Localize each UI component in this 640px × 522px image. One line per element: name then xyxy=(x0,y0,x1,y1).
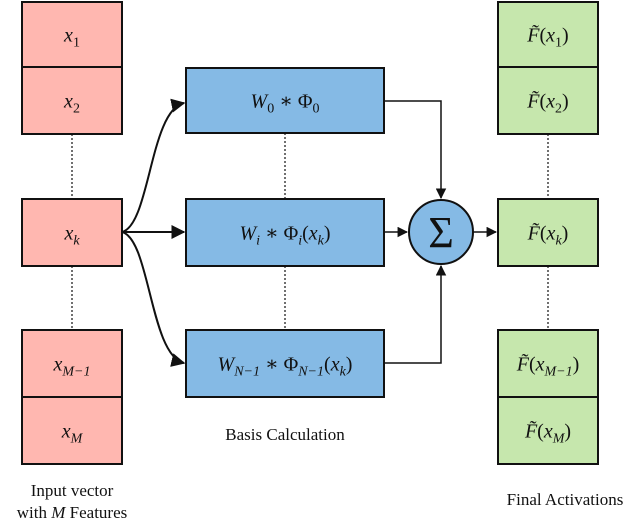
caption-with: with xyxy=(17,503,51,522)
output-cell: F̃(xk) xyxy=(497,198,599,267)
caption-var-m: M xyxy=(50,503,66,522)
input-cell-box xyxy=(21,329,123,398)
basis-cell: WN−1 ∗ ΦN−1(xk) xyxy=(185,329,385,398)
basis-caption: Basis Calculation xyxy=(225,425,345,444)
output-cell: F̃(xM) xyxy=(497,396,599,465)
arrow-xk-to-wn1 xyxy=(121,231,186,367)
input-cell-box xyxy=(21,396,123,465)
input-caption-line2: with M Features xyxy=(17,503,128,522)
caption-features: Features xyxy=(65,503,127,522)
arrow-xk-to-w0 xyxy=(121,98,186,233)
output-caption: Final Activations xyxy=(507,490,624,509)
input-cell: xM−1 xyxy=(21,329,123,398)
basis-cell: Wi ∗ Φi(xk) xyxy=(185,198,385,267)
input-cell: xk xyxy=(21,198,123,267)
input-caption-line1: Input vector xyxy=(31,481,114,500)
output-cell-box xyxy=(497,329,599,398)
output-cell-label: F̃(x1) xyxy=(526,23,568,50)
output-cell-label: F̃(x2) xyxy=(526,89,568,116)
basis-cell: W0 ∗ Φ0 xyxy=(185,67,385,134)
input-vector: x1x2 xk xM−1xM xyxy=(21,1,123,465)
output-cell: F̃(xM−1) xyxy=(497,329,599,398)
fan-out-arrows xyxy=(121,98,186,367)
basis-functions: W0 ∗ Φ0 Wi ∗ Φi(xk) WN−1 ∗ ΦN−1(xk) xyxy=(185,67,385,398)
sigma-symbol: Σ xyxy=(428,208,454,257)
output-cell: F̃(x2) xyxy=(497,66,599,135)
output-cell-label: F̃(xk) xyxy=(527,221,569,248)
input-cell: xM xyxy=(21,396,123,465)
arrow-w0-to-sum xyxy=(384,100,447,200)
final-activations: F̃(x1) F̃(x2) F̃(xk) F̃(xM−1) F̃(xM) xyxy=(497,1,599,465)
arrow-wn1-to-sum xyxy=(384,264,447,364)
input-cell: x1 xyxy=(21,1,123,68)
sum-node: Σ xyxy=(408,199,474,265)
output-cell-label: F̃(xM) xyxy=(524,419,571,446)
kan-diagram: x1x2 xk xM−1xM W0 ∗ Φ0 Wi ∗ Φi(xk) WN−1 ∗ ΦN… xyxy=(17,1,624,522)
input-cell: x2 xyxy=(21,66,123,135)
output-cell: F̃(x1) xyxy=(497,1,599,68)
